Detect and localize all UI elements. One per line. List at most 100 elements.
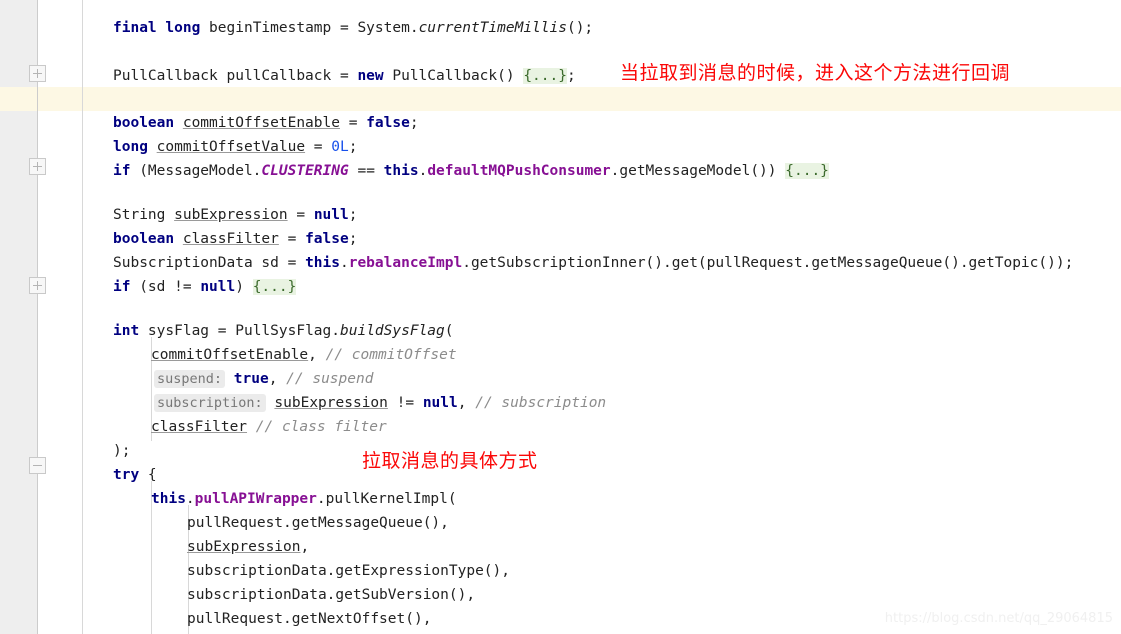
code-token-plain: PullCallback()	[383, 68, 524, 84]
code-line[interactable]: suspend: true, // suspend	[154, 367, 373, 391]
code-token-plain: sysFlag = PullSysFlag.	[139, 323, 340, 339]
code-token-plain: =	[287, 207, 314, 223]
code-token-plain: .getMessageModel())	[610, 163, 786, 179]
code-token-kw: boolean	[113, 231, 175, 247]
code-token-fold: {...}	[523, 68, 567, 84]
code-line[interactable]: subExpression,	[187, 535, 309, 559]
code-token-fold: {...}	[252, 279, 297, 295]
code-token-comment: // class filter	[255, 419, 387, 435]
annotation-pull-method-note: 拉取消息的具体方式	[362, 450, 538, 472]
code-token-kw: true	[233, 371, 269, 387]
code-token-plain: ;	[566, 68, 576, 84]
code-token-hint: suspend:	[154, 370, 226, 388]
code-line[interactable]: String subExpression = null;	[113, 203, 357, 227]
code-line[interactable]: try {	[113, 463, 157, 487]
code-token-plain: .getSubscriptionInner().get(pullRequest.…	[462, 255, 1074, 271]
code-token-localvar: classFilter	[151, 419, 248, 435]
code-token-field: defaultMQPushConsumer	[427, 163, 611, 179]
code-token-kw: null	[422, 395, 458, 411]
code-token-localvar: subExpression	[174, 207, 288, 223]
code-token-kw: this	[305, 255, 340, 271]
code-token-comment: // commitOffset	[325, 347, 457, 363]
code-token-localvar: subExpression	[187, 539, 301, 555]
code-token-kw: try	[113, 467, 140, 483]
code-token-kw: if	[113, 163, 131, 179]
code-token-plain: ;	[348, 231, 358, 247]
code-line[interactable]: pullRequest.getMessageQueue(),	[187, 511, 449, 535]
code-token-localvar: commitOffsetEnable	[182, 115, 340, 131]
code-token-localvar: subExpression	[274, 395, 388, 411]
code-token-plain: subscriptionData.getSubVersion(),	[187, 587, 476, 603]
code-token-plain: .	[185, 491, 195, 507]
code-token-plain: SubscriptionData sd =	[113, 255, 306, 271]
code-line[interactable]: commitOffsetEnable, // commitOffset	[151, 343, 457, 367]
code-token-statmeth: currentTimeMillis	[418, 20, 567, 36]
code-token-kw: this	[151, 491, 186, 507]
code-line[interactable]: if (sd != null) {...}	[113, 275, 297, 299]
code-text-layer[interactable]: final long beginTimestamp = System.curre…	[0, 0, 1121, 634]
code-line[interactable]: pullRequest.getNextOffset(),	[187, 607, 431, 631]
code-line[interactable]: this.pullAPIWrapper.pullKernelImpl(	[151, 487, 457, 511]
code-token-kw: false	[366, 115, 410, 131]
code-token-kw: this	[383, 163, 419, 179]
code-token-plain: =	[339, 115, 367, 131]
code-token-kw: false	[305, 231, 349, 247]
code-token-plain: ,	[457, 395, 476, 411]
code-line[interactable]: boolean classFilter = false;	[113, 227, 357, 251]
code-token-plain: ();	[566, 20, 594, 36]
code-token-localvar: classFilter	[182, 231, 279, 247]
code-token-kw: final	[113, 20, 157, 36]
code-line[interactable]: classFilter // class filter	[151, 415, 387, 439]
code-line[interactable]: boolean commitOffsetEnable = false;	[113, 111, 419, 135]
code-token-plain: ,	[308, 347, 326, 363]
code-token-plain: ==	[348, 163, 384, 179]
code-line[interactable]: int sysFlag = PullSysFlag.buildSysFlag(	[113, 319, 454, 343]
code-token-plain: ;	[348, 207, 358, 223]
code-token-statmeth: buildSysFlag	[340, 323, 445, 339]
code-token-plain: {	[139, 467, 157, 483]
code-token-plain: =	[305, 139, 332, 155]
code-token-plain: )	[235, 279, 253, 295]
code-editor[interactable]: final long beginTimestamp = System.curre…	[0, 0, 1121, 634]
code-token-plain: ;	[409, 115, 419, 131]
code-token-localvar: commitOffsetValue	[156, 139, 306, 155]
code-token-comment: // suspend	[286, 371, 374, 387]
code-line[interactable]: SubscriptionData sd = this.rebalanceImpl…	[113, 251, 1073, 275]
code-token-plain: ,	[300, 539, 310, 555]
watermark: https://blog.csdn.net/qq_29064815	[884, 611, 1113, 626]
code-line[interactable]: long commitOffsetValue = 0L;	[113, 135, 357, 159]
code-token-plain: .	[418, 163, 428, 179]
code-line[interactable]: if (MessageModel.CLUSTERING == this.defa…	[113, 159, 829, 183]
code-token-kw: null	[200, 279, 236, 295]
code-line[interactable]: subscriptionData.getSubVersion(),	[187, 583, 475, 607]
code-token-kw: long	[165, 20, 201, 36]
code-token-localvar: commitOffsetEnable	[151, 347, 309, 363]
code-line[interactable]: subscription: subExpression != null, // …	[154, 391, 606, 415]
code-token-num: 0L	[331, 139, 349, 155]
code-token-plain: String	[113, 207, 175, 223]
code-token-kw: if	[113, 279, 131, 295]
code-token-plain: pullRequest.getMessageQueue(),	[187, 515, 449, 531]
code-token-plain: pullRequest.getNextOffset(),	[187, 611, 432, 627]
code-line[interactable]: PullCallback pullCallback = new PullCall…	[113, 64, 576, 88]
code-token-plain: !=	[387, 395, 423, 411]
code-token-hint: subscription:	[154, 394, 266, 412]
code-token-plain: );	[113, 443, 131, 459]
code-token-field: pullAPIWrapper	[194, 491, 317, 507]
code-token-kw: new	[357, 68, 384, 84]
code-token-kw: boolean	[113, 115, 175, 131]
annotation-callback-note: 当拉取到消息的时候，进入这个方法进行回调	[620, 62, 1011, 84]
code-line[interactable]: final long beginTimestamp = System.curre…	[113, 16, 593, 40]
code-token-fold: {...}	[785, 163, 829, 179]
code-token-kw: null	[313, 207, 349, 223]
code-line[interactable]: );	[113, 439, 130, 463]
code-token-plain: beginTimestamp = System.	[200, 20, 419, 36]
code-line[interactable]: subscriptionData.getExpressionType(),	[187, 559, 510, 583]
code-token-plain: (MessageModel.	[130, 163, 262, 179]
code-token-plain: .pullKernelImpl(	[316, 491, 457, 507]
